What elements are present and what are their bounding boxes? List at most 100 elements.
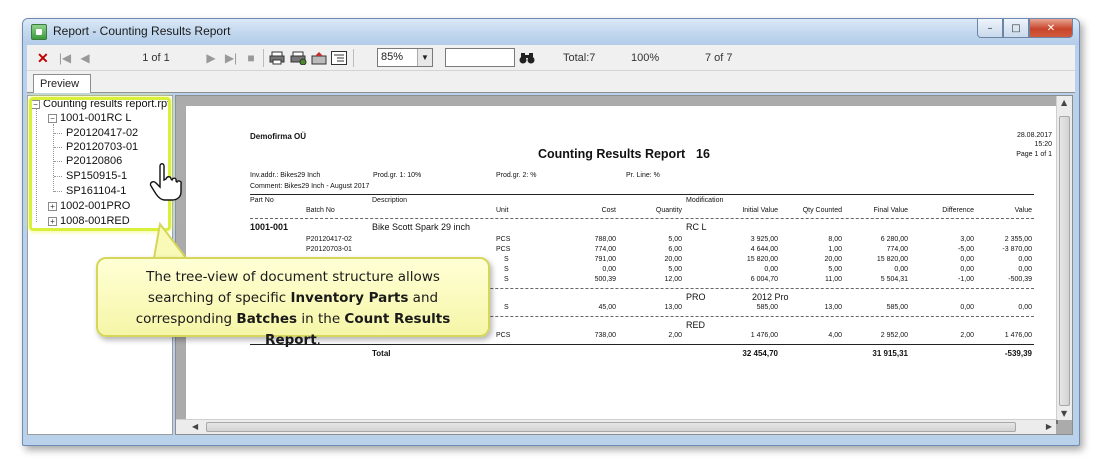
part-modification: PRO [686, 292, 706, 302]
zoom-select[interactable]: 85% ▼ [377, 48, 433, 67]
export-icon[interactable] [311, 49, 327, 67]
header-modification: Modification [686, 197, 724, 204]
cell-unit: S [504, 276, 509, 283]
page-number: Page 1 of 1 [1016, 151, 1052, 158]
total-final: 31 915,31 [872, 349, 908, 358]
report-time: 15:20 [1034, 141, 1052, 148]
header-cost: Cost [601, 207, 616, 214]
chevron-down-icon[interactable]: ▼ [417, 49, 432, 66]
cell-initial: 15 820,00 [746, 256, 778, 263]
report-toolbar: ✕ |◀ ◀ 1 of 1 ▶ ▶| ■ 85% ▼ Total:7 100% … [27, 45, 1075, 71]
cell-unit: S [504, 256, 509, 263]
app-icon [31, 24, 47, 40]
print-icon[interactable] [269, 49, 285, 67]
search-input[interactable] [445, 48, 515, 67]
cell-value: -500,39 [1008, 276, 1032, 283]
cell-quantity: 6,00 [668, 246, 682, 253]
tab-strip: Preview [27, 71, 1075, 93]
cell-counted: 8,00 [828, 236, 842, 243]
header-description: Description [372, 197, 408, 204]
scroll-down-icon[interactable]: ▼ [1061, 409, 1067, 418]
cell-initial: 0,00 [764, 266, 778, 273]
cell-batch: P20120703-01 [306, 246, 352, 253]
cell-quantity: 13,00 [664, 304, 682, 311]
cell-counted: 11,00 [825, 276, 842, 283]
cell-counted: 13,00 [824, 304, 842, 311]
cell-value: -3 870,00 [1002, 246, 1032, 253]
maximize-button[interactable]: □ [1003, 19, 1029, 38]
total-value: -539,39 [1004, 349, 1032, 358]
header-difference: Difference [942, 207, 974, 214]
cell-difference: 0,00 [960, 266, 974, 273]
cell-final: 5 504,31 [880, 276, 908, 283]
previous-page-icon[interactable]: ◀ [77, 49, 93, 67]
cell-cost: 788,00 [594, 236, 616, 243]
print-setup-icon[interactable] [289, 49, 307, 67]
cell-quantity: 5,00 [668, 266, 682, 273]
cell-cost: 0,00 [602, 266, 616, 273]
header-unit: Unit [496, 207, 509, 214]
cell-final: 15 820,00 [876, 256, 908, 263]
scroll-left-icon[interactable]: ◀ [192, 422, 198, 431]
cell-counted: 5,00 [828, 266, 842, 273]
report-title: Counting Results Report [538, 147, 686, 161]
callout-line-2: searching of specific Inventory Parts an… [147, 290, 439, 306]
title-bar: Report - Counting Results Report – □ ✕ [23, 19, 1079, 45]
window-controls: – □ ✕ [977, 19, 1073, 38]
horizontal-scrollbar[interactable]: ◀ ▶ [176, 419, 1056, 434]
callout-line-3: corresponding Batches in the Count Resul… [135, 311, 451, 348]
cell-unit: S [504, 266, 509, 273]
cell-cost: 500,39 [594, 276, 616, 283]
cell-unit: PCS [496, 236, 511, 243]
company-name: Demofirma OÜ [250, 132, 307, 141]
callout-annotation: The tree-view of document structure allo… [96, 257, 490, 348]
cell-value: 2 355,00 [1004, 236, 1032, 243]
cell-difference: 2,00 [960, 332, 974, 339]
cell-batch: P20120417-02 [306, 236, 352, 243]
close-report-icon[interactable]: ✕ [37, 49, 49, 67]
cell-counted: 20,00 [824, 256, 842, 263]
cell-value: 0,00 [1018, 266, 1032, 273]
cell-difference: 0,00 [960, 304, 974, 311]
next-page-icon[interactable]: ▶ [203, 49, 219, 67]
vertical-scrollbar[interactable]: ▲ ▼ [1056, 96, 1072, 420]
prod-group-2: Prod.gr. 2: % [496, 172, 537, 179]
cell-difference: -1,00 [958, 276, 974, 283]
part-modification: RC L [686, 222, 707, 232]
cell-counted: 1,00 [828, 246, 842, 253]
scroll-thumb[interactable] [1059, 116, 1070, 406]
first-page-icon[interactable]: |◀ [57, 49, 73, 67]
cell-cost: 45,00 [598, 304, 616, 311]
total-count: Total:7 [563, 52, 596, 64]
scroll-up-icon[interactable]: ▲ [1061, 98, 1067, 107]
header-initial-value: Initial Value [742, 207, 778, 214]
cell-cost: 791,00 [594, 256, 616, 263]
page-indicator: 1 of 1 [142, 52, 170, 64]
minimize-button[interactable]: – [977, 19, 1003, 38]
cell-quantity: 5,00 [668, 236, 682, 243]
cell-difference: 3,00 [960, 236, 974, 243]
binoculars-icon[interactable] [519, 49, 535, 67]
callout-pointer [152, 222, 189, 259]
hand-cursor-icon [149, 163, 182, 201]
callout-line-1: The tree-view of document structure allo… [146, 269, 440, 285]
cell-initial: 585,00 [756, 304, 778, 311]
total-initial: 32 454,70 [742, 349, 778, 358]
header-quantity: Quantity [655, 207, 682, 214]
close-button[interactable]: ✕ [1029, 19, 1073, 38]
tab-preview[interactable]: Preview [33, 74, 91, 93]
stop-icon[interactable]: ■ [243, 49, 259, 67]
cell-final: 774,00 [886, 246, 908, 253]
cell-initial: 3 925,00 [750, 236, 778, 243]
header-qty-counted: Qty Counted [802, 207, 842, 214]
record-indicator: 7 of 7 [705, 52, 733, 64]
scroll-thumb[interactable] [206, 422, 1016, 432]
cell-unit: S [504, 304, 509, 311]
cell-final: 6 280,00 [880, 236, 908, 243]
cell-value: 0,00 [1018, 256, 1032, 263]
cell-difference: -5,00 [958, 246, 974, 253]
scroll-right-icon[interactable]: ▶ [1046, 422, 1052, 431]
group-tree-toggle-icon[interactable] [331, 49, 347, 67]
last-page-icon[interactable]: ▶| [223, 49, 239, 67]
header-part-no: Part No [250, 197, 274, 204]
